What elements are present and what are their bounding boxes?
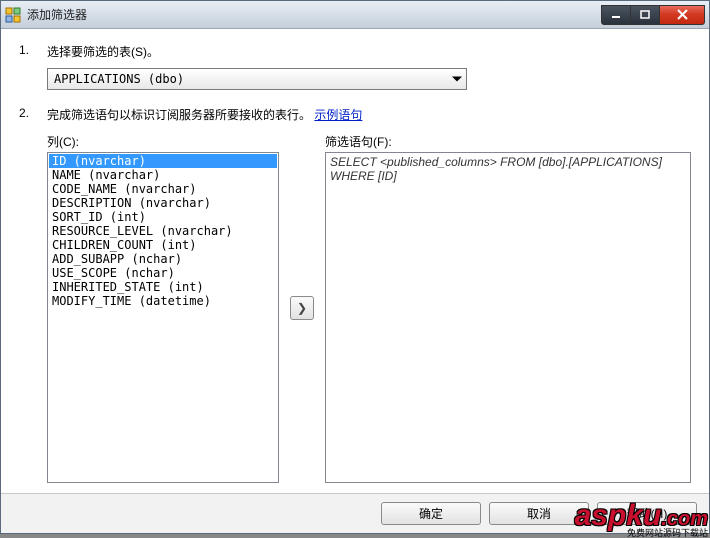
content-area: 1. 选择要筛选的表(S)。 APPLICATIONS (dbo) 2. 完成筛… (1, 29, 709, 493)
filter-label: 筛选语句(F): (325, 133, 691, 150)
list-item[interactable]: SORT_ID (int) (49, 210, 277, 224)
list-item[interactable]: INHERITED_STATE (int) (49, 280, 277, 294)
cancel-button[interactable]: 取消 (489, 502, 589, 525)
footer: 确定 取消 帮助(H) (1, 493, 709, 533)
list-item[interactable]: MODIFY_TIME (datetime) (49, 294, 277, 308)
step-2-prefix: 完成筛选语句以标识订阅服务器所要接收的表行。 (47, 108, 311, 122)
app-icon (5, 7, 21, 23)
panels: 列(C): ID (nvarchar)NAME (nvarchar)CODE_N… (47, 133, 691, 483)
columns-label: 列(C): (47, 133, 279, 150)
example-statement-link[interactable]: 示例语句 (314, 108, 362, 122)
columns-listbox[interactable]: ID (nvarchar)NAME (nvarchar)CODE_NAME (n… (47, 152, 279, 483)
step-1-text: 选择要筛选的表(S)。 (47, 43, 691, 60)
step-2: 2. 完成筛选语句以标识订阅服务器所要接收的表行。 示例语句 (19, 106, 691, 123)
columns-panel: 列(C): ID (nvarchar)NAME (nvarchar)CODE_N… (47, 133, 279, 483)
list-item[interactable]: DESCRIPTION (nvarchar) (49, 196, 277, 210)
step-2-number: 2. (19, 106, 47, 123)
window-buttons (602, 5, 705, 25)
ok-button[interactable]: 确定 (381, 502, 481, 525)
close-button[interactable] (659, 5, 705, 25)
help-button[interactable]: 帮助(H) (597, 502, 697, 525)
list-item[interactable]: ADD_SUBAPP (nchar) (49, 252, 277, 266)
step-1: 1. 选择要筛选的表(S)。 (19, 43, 691, 60)
list-item[interactable]: USE_SCOPE (nchar) (49, 266, 277, 280)
list-item[interactable]: CHILDREN_COUNT (int) (49, 238, 277, 252)
chevron-right-icon: ❯ (297, 301, 307, 315)
list-item[interactable]: ID (nvarchar) (49, 154, 277, 168)
list-item[interactable]: CODE_NAME (nvarchar) (49, 182, 277, 196)
table-select-combo[interactable]: APPLICATIONS (dbo) (47, 68, 467, 90)
window-title: 添加筛选器 (27, 6, 602, 23)
move-column-panel: ❯ (287, 133, 317, 483)
move-right-button[interactable]: ❯ (290, 296, 314, 320)
step-1-number: 1. (19, 43, 47, 60)
chevron-down-icon (452, 77, 462, 82)
filter-panel: 筛选语句(F): SELECT <published_columns> FROM… (325, 133, 691, 483)
maximize-button[interactable] (630, 5, 660, 25)
table-select-value: APPLICATIONS (dbo) (54, 72, 184, 86)
list-item[interactable]: RESOURCE_LEVEL (nvarchar) (49, 224, 277, 238)
dialog-window: 添加筛选器 1. 选择要筛选的表(S)。 APPLICATIONS (dbo) … (0, 0, 710, 534)
filter-statement-textbox[interactable]: SELECT <published_columns> FROM [dbo].[A… (325, 152, 691, 483)
step-2-text: 完成筛选语句以标识订阅服务器所要接收的表行。 示例语句 (47, 106, 691, 123)
list-item[interactable]: NAME (nvarchar) (49, 168, 277, 182)
titlebar[interactable]: 添加筛选器 (1, 1, 709, 29)
minimize-button[interactable] (601, 5, 631, 25)
